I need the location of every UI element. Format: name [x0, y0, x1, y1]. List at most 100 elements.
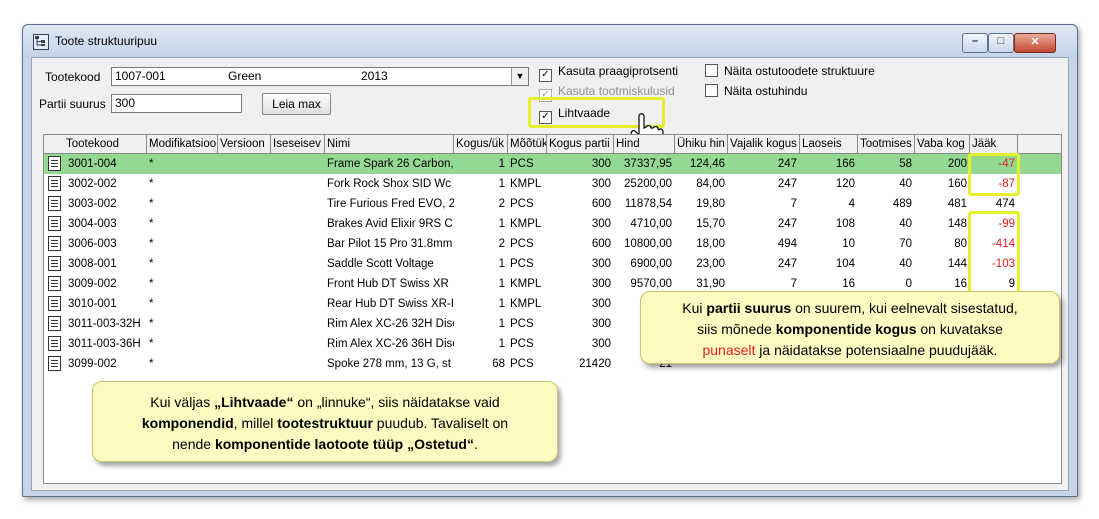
- window-title: Toote struktuuripuu: [55, 34, 158, 48]
- cell-vaba: 148: [947, 218, 967, 230]
- empty-checkbox-icon: [705, 64, 718, 77]
- col-kogus-yk[interactable]: Kogus/ük: [454, 135, 508, 153]
- document-icon: [48, 216, 61, 231]
- kasuta-praak-label: Kasuta praagiprotsenti: [558, 64, 679, 78]
- cell-partii: 600: [591, 198, 611, 210]
- table-row[interactable]: 3001-004 * Frame Spark 26 Carbon, 1 PCS 300 37…: [44, 154, 1061, 174]
- col-iseseisev[interactable]: Iseseisev: [271, 135, 325, 153]
- cell-yk: PCS: [510, 338, 534, 350]
- cell-nimi: Saddle Scott Voltage: [327, 258, 434, 270]
- grid-header: Tootekood Modifikatsioo Versioon Iseseis…: [44, 135, 1061, 154]
- cell-laos: 4: [848, 198, 855, 210]
- col-kogus-partii[interactable]: Kogus partii: [547, 135, 614, 153]
- table-row[interactable]: 3002-002 * Fork Rock Shox SID Wc 1 KMPL 300 25…: [44, 174, 1061, 194]
- cell-laos: 166: [835, 158, 855, 170]
- cell-kogus: 1: [498, 218, 505, 230]
- maximize-button[interactable]: □: [988, 33, 1014, 53]
- cell-kood: 3008-001: [68, 258, 117, 270]
- cell-yk: KMPL: [510, 178, 542, 190]
- cell-partii: 300: [591, 158, 611, 170]
- cell-yk: PCS: [510, 258, 534, 270]
- structure-tree-icon: [33, 34, 49, 50]
- col-jaak[interactable]: Jääk: [970, 135, 1018, 153]
- tootekood-combo[interactable]: 1007-001 Green 2013 ▼: [111, 67, 529, 86]
- cell-vaba: 80: [954, 238, 967, 250]
- kasuta-praak-checkbox[interactable]: ✓ Kasuta praagiprotsenti: [539, 64, 678, 82]
- col-yhiku-hind[interactable]: Ühiku hin: [675, 135, 728, 153]
- cell-nimi: Bar Pilot 15 Pro 31.8mm: [327, 238, 453, 250]
- cell-yhik: 18,00: [696, 238, 725, 250]
- col-laoseis[interactable]: Laoseis: [800, 135, 858, 153]
- cell-mod: *: [149, 278, 154, 290]
- cell-partii: 600: [591, 238, 611, 250]
- cell-nimi: Rim Alex XC-26 36H Disc: [327, 338, 454, 350]
- cell-nimi: Tire Furious Fred EVO, 2: [327, 198, 454, 210]
- naita-ostuhindu-checkbox[interactable]: Näita ostuhindu: [705, 84, 807, 98]
- cell-kood: 3009-002: [68, 278, 117, 290]
- document-icon: [48, 336, 61, 351]
- callout-bold: partii suurus: [706, 300, 792, 316]
- cell-laos: 120: [835, 178, 855, 190]
- col-nimi[interactable]: Nimi: [325, 135, 454, 153]
- cell-mod: *: [149, 218, 154, 230]
- leia-max-button[interactable]: Leia max: [262, 93, 331, 115]
- cell-nimi: Brakes Avid Elixir 9RS C: [327, 218, 453, 230]
- cell-partii: 21420: [579, 358, 611, 370]
- table-row[interactable]: 3004-003 * Brakes Avid Elixir 9RS C 1 KMPL 30…: [44, 214, 1061, 234]
- naita-ostutoodete-checkbox[interactable]: Näita ostutoodete struktuure: [705, 64, 875, 78]
- col-vaba-kogus[interactable]: Vaba kog: [915, 135, 970, 153]
- document-icon: [48, 236, 61, 251]
- cell-laos: 104: [835, 258, 855, 270]
- cell-toot: 58: [899, 158, 912, 170]
- cell-laos: 108: [835, 218, 855, 230]
- col-hind[interactable]: Hind: [614, 135, 675, 153]
- cell-yhik: 124,46: [689, 158, 725, 170]
- col-mootyk[interactable]: Mõõtük: [508, 135, 547, 153]
- cell-vaba: 144: [947, 258, 967, 270]
- cell-kogus: 2: [498, 238, 505, 250]
- cell-hind: 10800,00: [624, 238, 672, 250]
- callout-text: Kui: [682, 300, 707, 316]
- cell-toot: 40: [899, 218, 912, 230]
- cell-kood: 3006-003: [68, 238, 117, 250]
- document-icon: [48, 316, 61, 331]
- cell-kogus: 1: [498, 158, 505, 170]
- title-bar[interactable]: Toote struktuuripuu – □ ✕: [23, 25, 1077, 57]
- tootekood-year: 2013: [361, 69, 388, 83]
- chevron-down-icon[interactable]: ▼: [511, 68, 528, 85]
- cell-nimi: Front Hub DT Swiss XR: [327, 278, 449, 290]
- table-row[interactable]: 3003-002 * Tire Furious Fred EVO, 2 2 PCS 600…: [44, 194, 1061, 214]
- cell-mod: *: [149, 298, 154, 310]
- callout-text: Kui väljas: [150, 394, 215, 410]
- document-icon: [48, 156, 61, 171]
- cell-vaba: 160: [947, 178, 967, 190]
- partii-input[interactable]: 300: [111, 94, 242, 113]
- close-button[interactable]: ✕: [1014, 33, 1056, 53]
- table-row[interactable]: 3006-003 * Bar Pilot 15 Pro 31.8mm 2 PCS 600 1…: [44, 234, 1061, 254]
- minimize-button[interactable]: –: [962, 33, 988, 53]
- callout-text: on suurem, kui eelnevalt sisestatud,: [791, 300, 1018, 316]
- cell-yhik: 23,00: [696, 258, 725, 270]
- cell-toot: 40: [899, 178, 912, 190]
- cell-kogus: 2: [498, 198, 505, 210]
- table-row[interactable]: 3008-001 * Saddle Scott Voltage 1 PCS 300 6900…: [44, 254, 1061, 274]
- col-modifikatsioon[interactable]: Modifikatsioo: [147, 135, 218, 153]
- col-vajalik-kogus[interactable]: Vajalik kogus: [728, 135, 800, 153]
- callout-text: ja näidatakse potensiaalne puudujääk.: [755, 342, 998, 358]
- cell-yhik: 19,80: [696, 198, 725, 210]
- col-tootmises[interactable]: Tootmises: [858, 135, 915, 153]
- cell-partii: 300: [591, 218, 611, 230]
- cell-partii: 300: [591, 298, 611, 310]
- col-versioon[interactable]: Versioon: [218, 135, 271, 153]
- cell-vaba: 200: [947, 158, 967, 170]
- close-icon: ✕: [1030, 36, 1040, 48]
- cell-vajalik: 247: [777, 158, 797, 170]
- cell-kood: 3001-004: [68, 158, 117, 170]
- cell-nimi: Rear Hub DT Swiss XR-I: [327, 298, 454, 310]
- cell-yk: PCS: [510, 238, 534, 250]
- callout-bold: komponentide laotoote tüüp „Ostetud“: [214, 436, 474, 452]
- document-icon: [48, 176, 61, 191]
- cell-kood: 3002-002: [68, 178, 117, 190]
- cell-hind: 37337,95: [624, 158, 672, 170]
- col-tootekood[interactable]: Tootekood: [44, 135, 147, 153]
